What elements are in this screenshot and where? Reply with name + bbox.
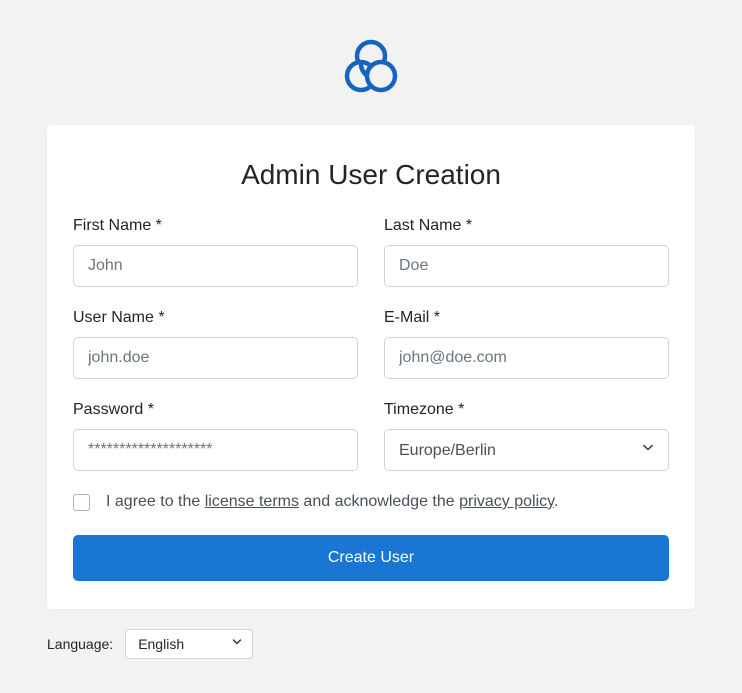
timezone-label: Timezone * bbox=[384, 401, 669, 419]
language-select[interactable]: English bbox=[125, 629, 253, 659]
language-label: Language: bbox=[47, 636, 113, 652]
agree-checkbox[interactable] bbox=[73, 494, 90, 511]
create-user-button[interactable]: Create User bbox=[73, 535, 669, 581]
page-title: Admin User Creation bbox=[73, 159, 669, 191]
last-name-group: Last Name * bbox=[384, 217, 669, 287]
form-grid: First Name * Last Name * User Name * E-M… bbox=[73, 217, 669, 471]
password-group: Password * bbox=[73, 401, 358, 471]
user-creation-card: Admin User Creation First Name * Last Na… bbox=[47, 125, 695, 609]
privacy-policy-link[interactable]: privacy policy bbox=[459, 493, 554, 510]
password-input[interactable] bbox=[73, 429, 358, 471]
first-name-input[interactable] bbox=[73, 245, 358, 287]
email-label: E-Mail * bbox=[384, 309, 669, 327]
language-row: Language: English bbox=[47, 629, 695, 659]
user-name-label: User Name * bbox=[73, 309, 358, 327]
user-name-group: User Name * bbox=[73, 309, 358, 379]
password-label: Password * bbox=[73, 401, 358, 419]
first-name-group: First Name * bbox=[73, 217, 358, 287]
user-name-input[interactable] bbox=[73, 337, 358, 379]
timezone-select[interactable]: Europe/Berlin bbox=[384, 429, 669, 471]
email-group: E-Mail * bbox=[384, 309, 669, 379]
first-name-label: First Name * bbox=[73, 217, 358, 235]
last-name-input[interactable] bbox=[384, 245, 669, 287]
agree-text: I agree to the license terms and acknowl… bbox=[106, 493, 558, 511]
last-name-label: Last Name * bbox=[384, 217, 669, 235]
timezone-group: Timezone * Europe/Berlin bbox=[384, 401, 669, 471]
email-input[interactable] bbox=[384, 337, 669, 379]
app-logo-icon bbox=[340, 38, 402, 101]
license-terms-link[interactable]: license terms bbox=[205, 493, 299, 510]
agree-row: I agree to the license terms and acknowl… bbox=[73, 493, 669, 511]
